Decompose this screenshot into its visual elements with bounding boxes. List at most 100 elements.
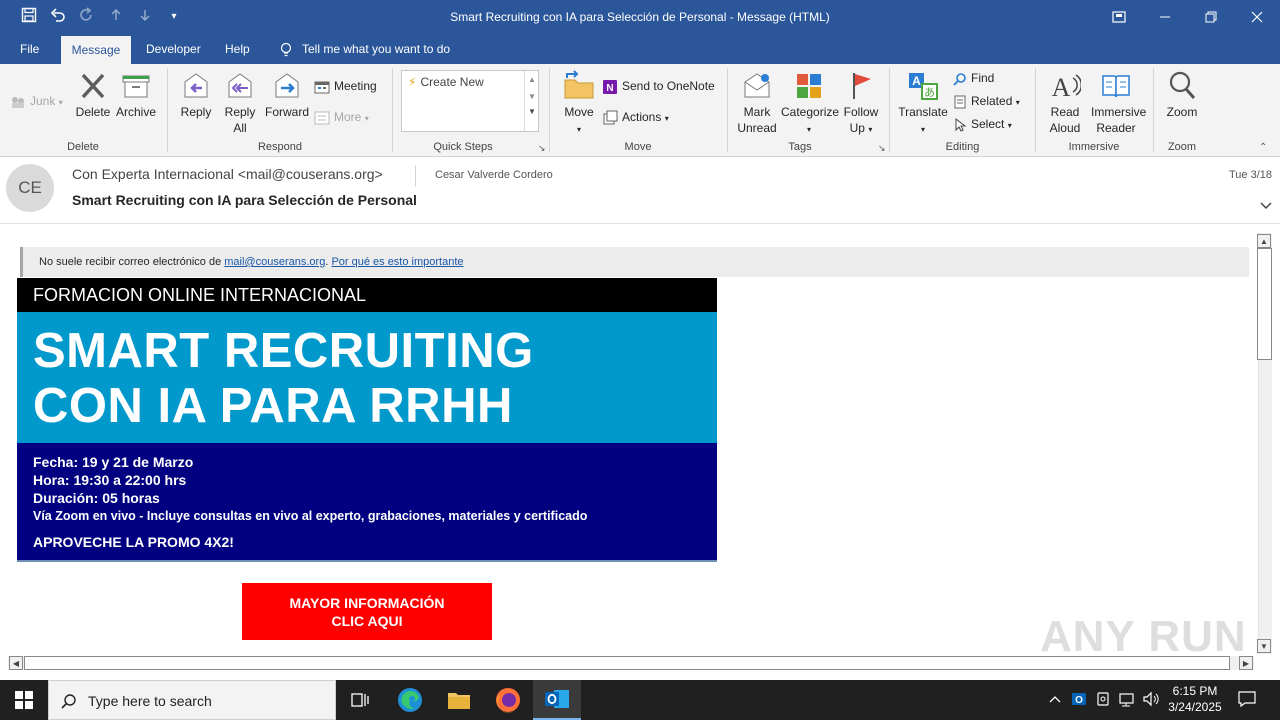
ribbon: Junk ▾ Delete Archive Delete Reply Reply… bbox=[0, 64, 1280, 157]
reply-all-button[interactable]: Reply All bbox=[221, 70, 259, 136]
zoom-button[interactable]: Zoom bbox=[1162, 70, 1202, 120]
tab-developer[interactable]: Developer bbox=[136, 34, 211, 64]
reply-button[interactable]: Reply bbox=[177, 70, 215, 120]
junk-button[interactable]: Junk ▾ bbox=[10, 91, 63, 111]
network-icon[interactable] bbox=[1118, 691, 1136, 709]
notification-icon[interactable] bbox=[1238, 691, 1256, 709]
why-important-link[interactable]: Por qué es esto importante bbox=[331, 256, 463, 268]
forward-button[interactable]: Forward bbox=[263, 70, 311, 120]
cursor-icon bbox=[955, 117, 967, 132]
expand-header-icon[interactable] bbox=[1260, 197, 1272, 213]
promo-text: APROVECHE LA PROMO 4X2! bbox=[33, 534, 234, 550]
svg-text:あ: あ bbox=[924, 86, 935, 99]
task-view-button[interactable] bbox=[337, 680, 385, 720]
recipient[interactable]: Cesar Valverde Cordero bbox=[435, 169, 553, 181]
group-label-zoom: Zoom bbox=[1167, 141, 1197, 153]
categorize-button[interactable]: Categorize ▾ bbox=[781, 70, 839, 138]
maximize-button[interactable] bbox=[1188, 0, 1234, 34]
svg-text:O: O bbox=[1075, 695, 1083, 706]
follow-up-button[interactable]: Follow Up ▾ bbox=[840, 70, 882, 138]
avatar[interactable]: CE bbox=[6, 164, 54, 212]
start-button[interactable] bbox=[0, 680, 48, 720]
tell-me-search[interactable]: Tell me what you want to do bbox=[270, 34, 460, 64]
svg-text:N: N bbox=[606, 83, 613, 94]
translate-button[interactable]: Aあ Translate ▾ bbox=[897, 70, 949, 138]
scroll-up-icon[interactable]: ▲ bbox=[1257, 234, 1271, 248]
clock-date: 3/24/2025 bbox=[1168, 700, 1222, 714]
edge-icon bbox=[398, 688, 422, 712]
firefox-button[interactable] bbox=[484, 680, 532, 720]
subject: Smart Recruiting con IA para Selección d… bbox=[72, 192, 417, 208]
quick-steps-gallery[interactable]: ⚡ Create New ▲ ▼ ▼ bbox=[401, 70, 539, 132]
info-bar: No suele recibir correo electrónico de m… bbox=[20, 247, 1249, 277]
tab-message[interactable]: Message bbox=[61, 36, 131, 64]
minimize-button[interactable] bbox=[1142, 0, 1188, 34]
lightning-icon: ⚡ bbox=[408, 75, 417, 89]
delete-label: Delete bbox=[75, 105, 111, 119]
volume-icon[interactable] bbox=[1142, 691, 1160, 709]
reply-all-label-1: Reply bbox=[224, 105, 256, 119]
create-new-label: Create New bbox=[420, 75, 484, 89]
quick-steps-launcher-icon[interactable]: ↘ bbox=[538, 143, 546, 154]
ribbon-display-icon[interactable] bbox=[1096, 0, 1142, 34]
edge-button[interactable] bbox=[386, 680, 434, 720]
send-to-onenote-button[interactable]: N Send to OneNote bbox=[602, 76, 715, 96]
move-button[interactable]: Move ▾ bbox=[560, 70, 598, 138]
group-label-respond: Respond bbox=[257, 141, 303, 153]
vertical-scroll-thumb[interactable] bbox=[1257, 248, 1272, 360]
sender-email-link[interactable]: mail@couserans.org bbox=[224, 256, 325, 268]
collapse-ribbon-icon[interactable]: ⌃ bbox=[1259, 142, 1267, 153]
flag-icon bbox=[853, 73, 871, 99]
tab-help[interactable]: Help bbox=[215, 34, 260, 64]
device-icon[interactable] bbox=[1094, 691, 1112, 709]
via-text: Vía Zoom en vivo - Incluye consultas en … bbox=[33, 509, 588, 523]
more-icon bbox=[314, 111, 330, 125]
file-explorer-button[interactable] bbox=[435, 680, 483, 720]
read-aloud-label-1: Read bbox=[1050, 105, 1080, 119]
more-respond-button[interactable]: More ▾ bbox=[314, 107, 369, 127]
reply-all-icon bbox=[228, 73, 252, 98]
group-separator bbox=[167, 68, 168, 152]
cta-line-1: MAYOR INFORMACIÓN bbox=[289, 595, 445, 611]
immersive-reader-label-1: Immersive bbox=[1091, 105, 1147, 119]
immersive-reader-button[interactable]: Immersive Reader bbox=[1091, 70, 1146, 136]
chevron-down-icon: ▼ bbox=[528, 92, 536, 101]
actions-button[interactable]: Actions ▾ bbox=[602, 107, 669, 127]
taskbar-search[interactable]: Type here to search bbox=[48, 680, 336, 720]
archive-button[interactable]: Archive bbox=[115, 70, 157, 120]
mark-unread-label-2: Unread bbox=[737, 121, 777, 135]
tags-launcher-icon[interactable]: ↘ bbox=[878, 143, 886, 154]
fecha-text: Fecha: 19 y 21 de Marzo bbox=[33, 454, 194, 470]
archive-label: Archive bbox=[115, 105, 156, 119]
show-hidden-icons[interactable] bbox=[1046, 691, 1064, 709]
forward-icon bbox=[275, 73, 299, 98]
outlook-tray-icon[interactable]: O bbox=[1070, 691, 1088, 709]
actions-icon bbox=[603, 110, 618, 125]
read-aloud-button[interactable]: A Read Aloud bbox=[1043, 70, 1087, 136]
group-separator bbox=[889, 68, 890, 152]
tab-file[interactable]: File bbox=[10, 34, 49, 64]
meeting-button[interactable]: Meeting bbox=[314, 76, 377, 96]
select-button[interactable]: Select ▾ bbox=[953, 114, 1012, 134]
related-button[interactable]: Related ▾ bbox=[953, 91, 1020, 111]
hora-text: Hora: 19:30 a 22:00 hrs bbox=[33, 472, 187, 488]
sender[interactable]: Con Experta Internacional <mail@couseran… bbox=[72, 166, 383, 182]
scroll-down-icon[interactable]: ▼ bbox=[1257, 639, 1271, 653]
firefox-icon bbox=[496, 688, 520, 713]
scroll-left-icon[interactable]: ◀ bbox=[9, 656, 23, 670]
close-button[interactable] bbox=[1234, 0, 1280, 34]
find-button[interactable]: Find bbox=[953, 68, 994, 88]
mark-unread-icon bbox=[744, 73, 770, 98]
headline-line-2: CON IA PARA RRHH bbox=[33, 379, 513, 433]
delete-button[interactable]: Delete bbox=[74, 70, 112, 120]
outlook-button[interactable] bbox=[533, 680, 581, 720]
create-new-quick-step[interactable]: ⚡ Create New bbox=[408, 75, 484, 89]
mark-unread-button[interactable]: Mark Unread bbox=[735, 70, 779, 136]
system-clock[interactable]: 6:15 PM 3/24/2025 bbox=[1162, 683, 1228, 715]
reply-all-label-2: All bbox=[233, 121, 247, 135]
cta-line-2: CLIC AQUI bbox=[331, 613, 403, 629]
more-info-button[interactable]: MAYOR INFORMACIÓN CLIC AQUI bbox=[242, 583, 492, 640]
delete-icon bbox=[81, 73, 105, 99]
gallery-scroll[interactable]: ▲ ▼ ▼ bbox=[524, 71, 539, 131]
more-label: More bbox=[334, 110, 362, 124]
